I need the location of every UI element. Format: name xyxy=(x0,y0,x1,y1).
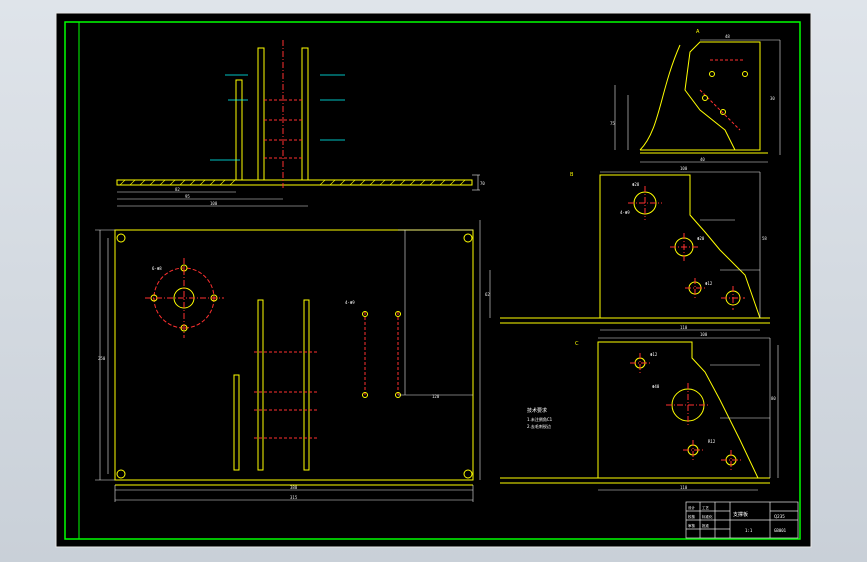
title-field-review: 审核 xyxy=(688,523,696,528)
cad-window: 82 95 100 70 380 315 250 120 6-Φ8 4-Φ9 技… xyxy=(0,0,867,562)
view-c-callout-1: Φ40 xyxy=(652,384,660,389)
view-c-label: C xyxy=(575,341,579,347)
title-drawing-no: GB001 xyxy=(774,528,787,533)
view-a-label: A xyxy=(696,29,700,35)
view-c-dim-3: 80 xyxy=(771,396,776,401)
view-b-callout-4: Φ12 xyxy=(705,281,713,286)
view-b-callout-2: Φ28 xyxy=(632,182,640,187)
view-b-callout-1: 4-Φ9 xyxy=(620,210,630,215)
plan-bottom-dim: 315 xyxy=(290,495,298,500)
plan-width-dim: 380 xyxy=(290,485,298,490)
cad-drawing: 82 95 100 70 380 315 250 120 6-Φ8 4-Φ9 技… xyxy=(55,12,812,548)
view-b-callout-3: Φ20 xyxy=(697,236,705,241)
title-scale: 1:1 xyxy=(745,528,753,533)
plan-height-dim: 250 xyxy=(98,356,106,361)
view-b-dim-1: 100 xyxy=(680,166,688,171)
front-dim-2: 95 xyxy=(185,194,190,199)
view-a-dim-2: 75 xyxy=(610,121,615,126)
title-field-standard: 标准化 xyxy=(702,514,713,519)
view-b-dim-4: 62 xyxy=(485,292,490,297)
plan-side-dim: 120 xyxy=(432,394,440,399)
title-field-check: 校核 xyxy=(688,514,696,519)
title-field-design: 设计 xyxy=(688,505,696,510)
title-material: Q235 xyxy=(774,514,785,519)
view-a-dim-4: 30 xyxy=(770,96,775,101)
view-c-callout-2: Φ12 xyxy=(650,352,658,357)
drawing-sheet xyxy=(56,13,811,547)
front-dim-4: 70 xyxy=(480,181,485,186)
bolt-hole-callout: 6-Φ8 xyxy=(152,266,162,271)
title-part-name: 支撑板 xyxy=(733,511,748,518)
title-field-process: 工艺 xyxy=(702,505,710,510)
slot-hole-callout: 4-Φ9 xyxy=(345,300,355,305)
view-c-callout-3: R12 xyxy=(708,439,716,444)
title-field-approve: 批准 xyxy=(702,523,710,528)
tech-notes-title: 技术要求 xyxy=(527,407,547,414)
view-c-dim-1: 100 xyxy=(700,332,708,337)
view-b-dim-3: 58 xyxy=(762,236,767,241)
view-b-label: B xyxy=(570,172,574,178)
view-b-dim-2: 110 xyxy=(680,325,688,330)
view-a-dim-3: 40 xyxy=(700,157,705,162)
front-dim-3: 100 xyxy=(210,201,218,206)
view-a-dim-1: 48 xyxy=(725,34,730,39)
front-dim-1: 82 xyxy=(175,187,180,192)
tech-note-1: 1.未注倒角C1 xyxy=(527,416,553,422)
view-c-dim-2: 110 xyxy=(680,485,688,490)
tech-note-2: 2.去毛刺锐边 xyxy=(527,423,551,429)
